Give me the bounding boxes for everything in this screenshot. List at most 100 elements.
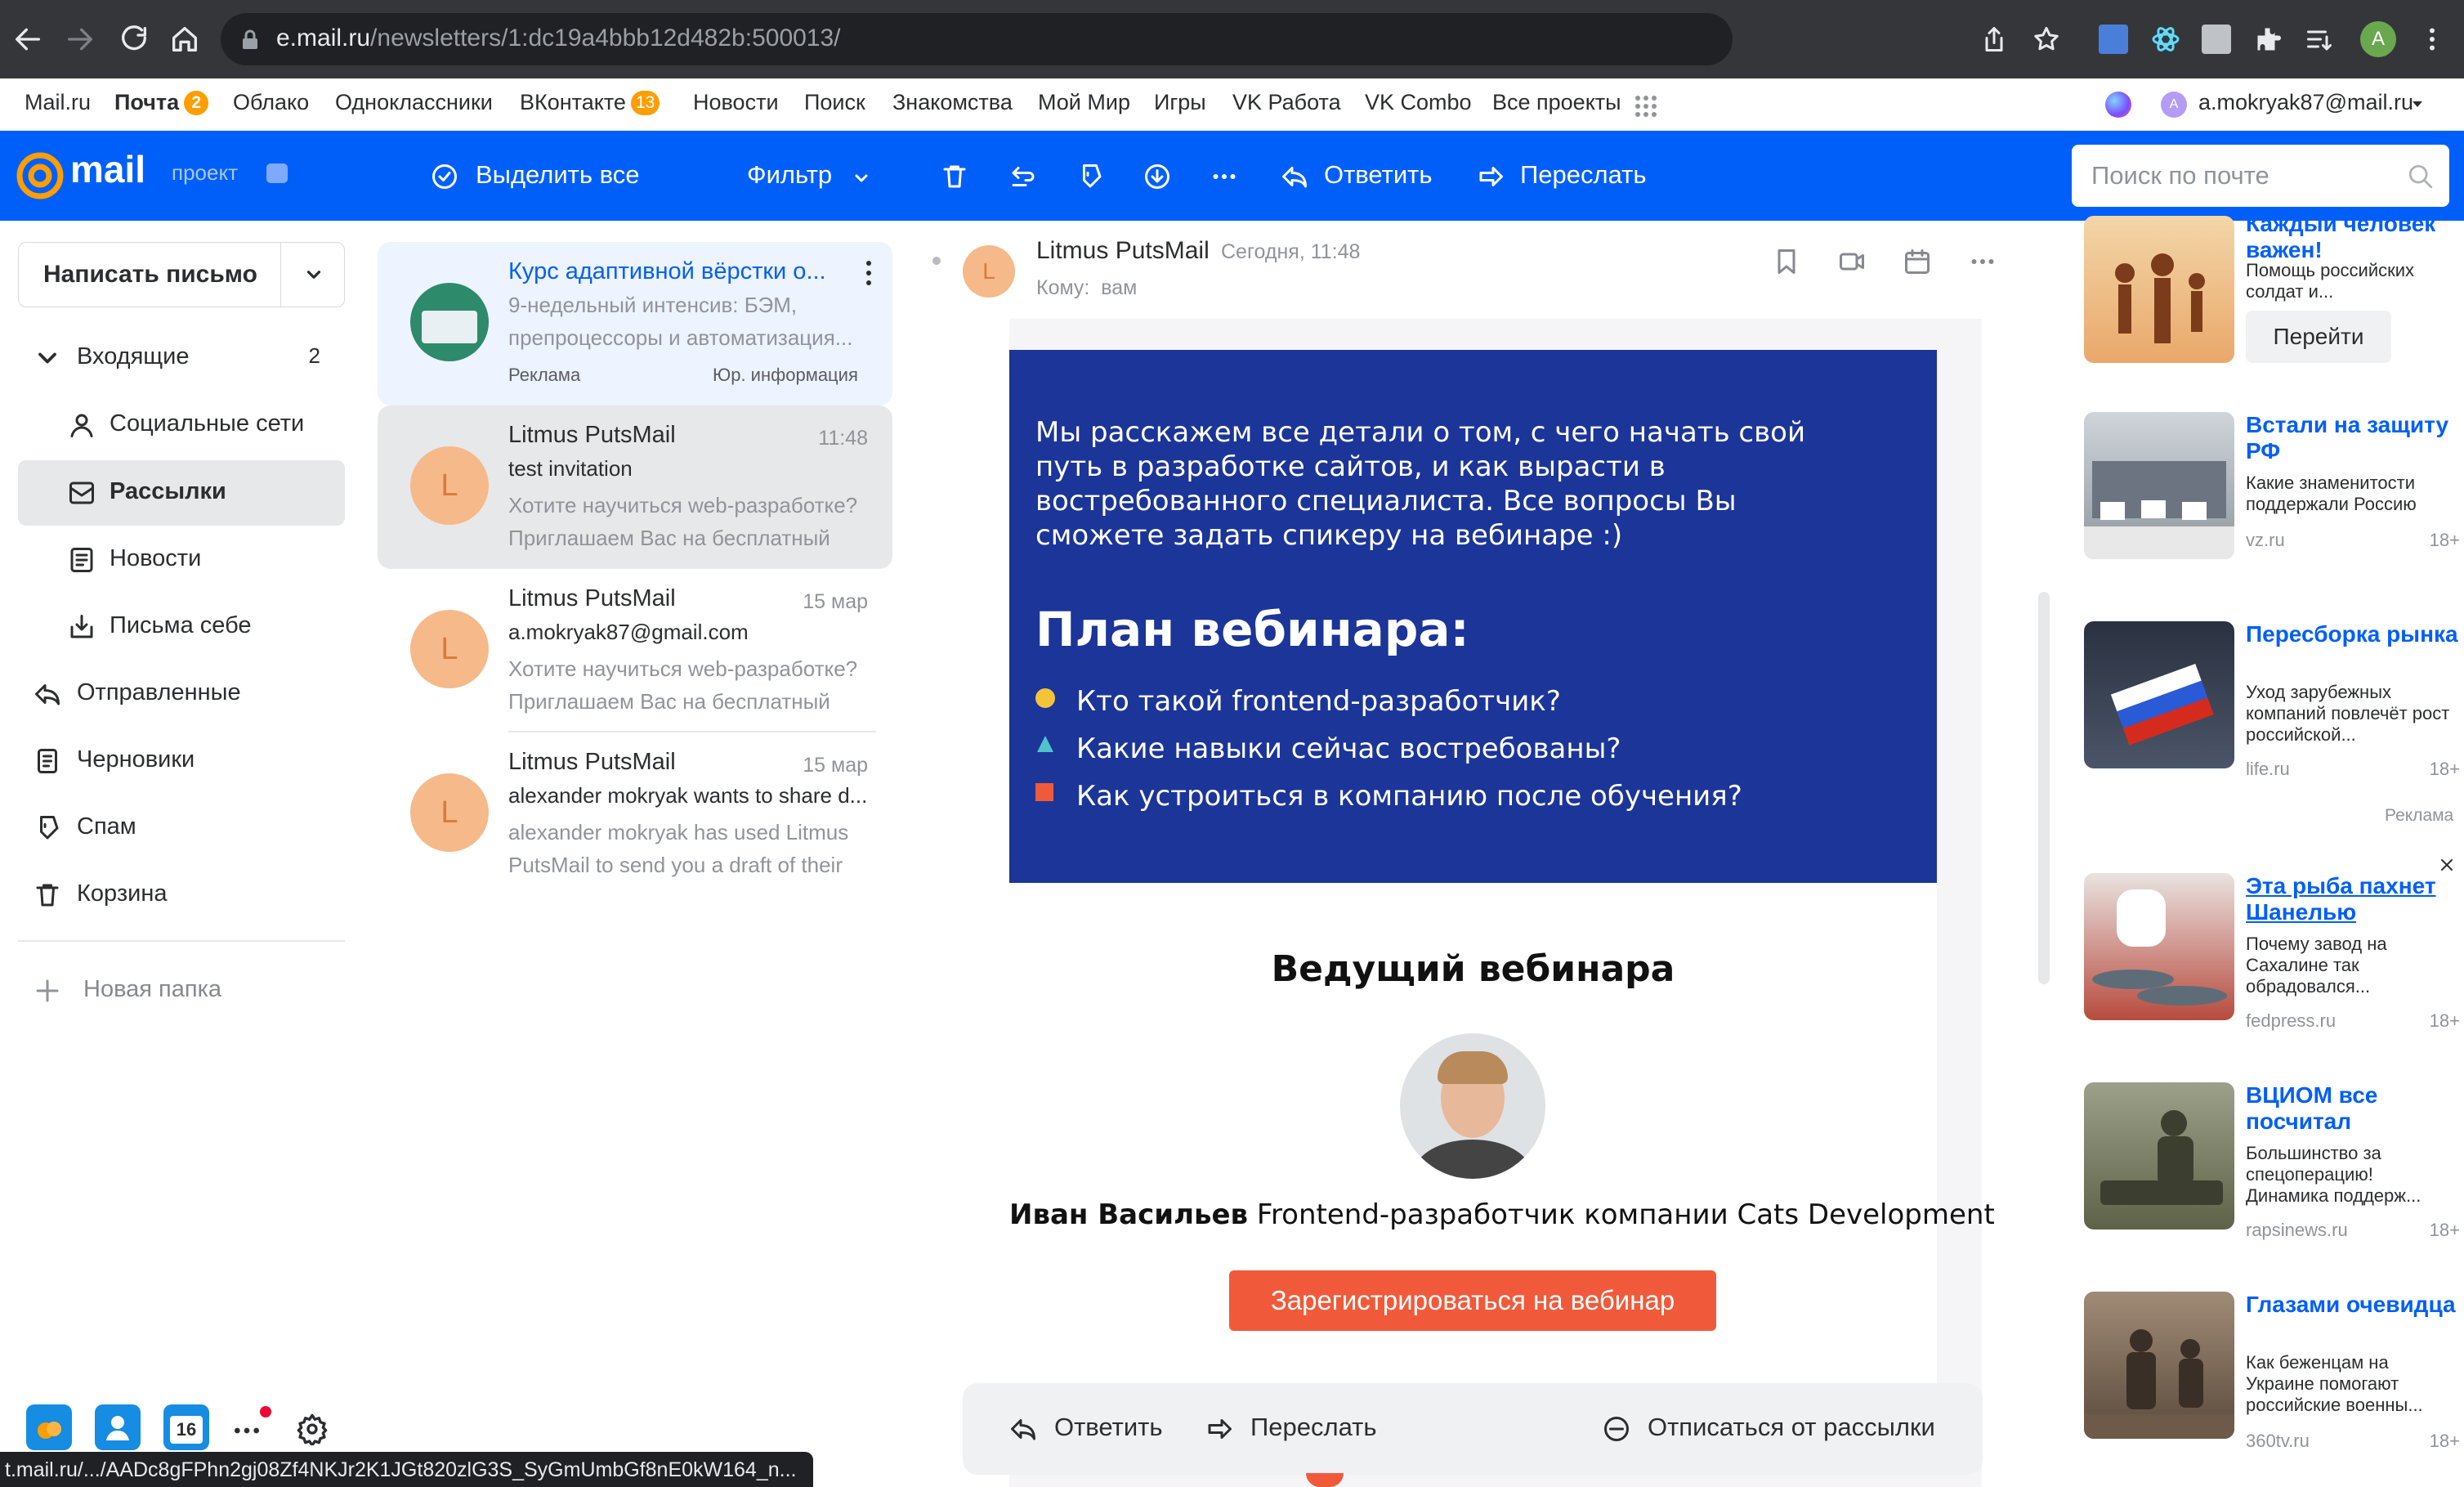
search-input[interactable]: Поиск по почте: [2091, 161, 2269, 190]
bookmark-star-icon[interactable]: [2032, 25, 2061, 54]
sidebar-item-trash[interactable]: Корзина: [18, 862, 345, 928]
forward-mail-icon[interactable]: [1205, 1414, 1234, 1444]
browser-menu-icon[interactable]: [2417, 23, 2447, 56]
reply-button[interactable]: Ответить: [1054, 1413, 1163, 1442]
reload-icon[interactable]: [118, 23, 150, 56]
sidebar-item-news[interactable]: Новости: [18, 527, 345, 593]
sender-avatar: L: [963, 245, 1015, 298]
extension-icon[interactable]: [2202, 25, 2231, 54]
sidebar-item-newsletters[interactable]: Рассылки: [18, 460, 345, 526]
move-to-folder-icon[interactable]: [1008, 162, 1038, 191]
chevron-down-icon[interactable]: [33, 343, 62, 373]
video-call-icon[interactable]: [1837, 247, 1867, 276]
sidebar-item-drafts[interactable]: Черновики: [18, 728, 345, 794]
ad-legal-link[interactable]: Юр. информация: [713, 365, 858, 386]
portal-link-mailru[interactable]: Mail.ru: [25, 90, 91, 115]
forward-mail-icon[interactable]: [1476, 162, 1505, 191]
search-icon[interactable]: [2407, 163, 2435, 190]
forward-button[interactable]: Переслать: [1250, 1413, 1377, 1442]
account-avatar[interactable]: A: [2161, 92, 2187, 118]
list-item-message[interactable]: L Litmus PutsMail 15 мар alexander mokry…: [378, 732, 892, 896]
address-bar[interactable]: e.mail.ru/newsletters/1:dc19a4bbb12d482b…: [221, 13, 1733, 65]
register-button[interactable]: Зарегистрироваться на вебинар: [1229, 1270, 1716, 1331]
profile-avatar[interactable]: A: [2360, 21, 2396, 57]
portal-link-vk-combo[interactable]: VK Combo: [1365, 90, 1472, 115]
list-item-message[interactable]: L Litmus PutsMail 11:48 test invitation …: [378, 405, 892, 569]
filter-button[interactable]: Фильтр: [747, 160, 832, 190]
reply-icon[interactable]: [1280, 162, 1309, 191]
react-extension-icon[interactable]: [2151, 25, 2180, 54]
delete-icon[interactable]: [940, 162, 969, 191]
portal-link-search[interactable]: Поиск: [804, 90, 865, 115]
ad-thumbnail: [410, 283, 489, 361]
portal-link-news[interactable]: Новости: [693, 90, 779, 115]
letter-sender[interactable]: Litmus PutsMail: [1036, 237, 1210, 265]
portal-link-myworld[interactable]: Мой Мир: [1038, 90, 1130, 115]
unsubscribe-button[interactable]: Отписаться от рассылки: [1648, 1413, 1935, 1442]
settings-gear-icon[interactable]: [296, 1413, 329, 1445]
archive-icon[interactable]: [1143, 162, 1172, 191]
portal-link-vk[interactable]: ВКонтакте 13: [520, 90, 660, 115]
lock-icon[interactable]: [240, 29, 260, 51]
sidebar-item-self[interactable]: Письма себе: [18, 594, 345, 660]
scrollbar[interactable]: [2038, 592, 2050, 984]
compose-button[interactable]: Написать письмо: [18, 242, 345, 307]
select-all-icon[interactable]: [430, 162, 459, 191]
reply-button[interactable]: Ответить: [1324, 160, 1433, 190]
apps-grid-icon[interactable]: [1634, 95, 1657, 118]
list-item-ad[interactable]: Курс адаптивной вёрстки о... 9-недельный…: [378, 242, 892, 405]
close-icon[interactable]: [2439, 857, 2455, 873]
forward-icon[interactable]: [64, 23, 96, 56]
more-apps-icon[interactable]: [230, 1414, 263, 1447]
more-actions-icon[interactable]: [1210, 162, 1239, 191]
reply-icon[interactable]: [1008, 1414, 1038, 1444]
letter-more-icon[interactable]: [1968, 247, 1997, 276]
sidebar-item-social[interactable]: Социальные сети: [18, 392, 345, 458]
letter-recipient[interactable]: Кому: вам: [1036, 276, 1137, 300]
ad-card[interactable]: Эта рыба пахнет Шанелью Почему завод на …: [2084, 873, 2460, 1037]
portal-link-pochta[interactable]: Почта 2: [114, 90, 209, 115]
ad-card[interactable]: ВЦИОМ все посчитал Большинство за спецоп…: [2084, 1082, 2460, 1246]
ad-go-button[interactable]: Перейти: [2246, 311, 2391, 363]
unread-dot[interactable]: [932, 257, 941, 265]
ad-card[interactable]: Каждый человек важен! Помощь российских …: [2084, 211, 2460, 396]
share-icon[interactable]: [1979, 25, 2009, 54]
portal-link-cloud[interactable]: Облако: [233, 90, 309, 115]
portal-link-ok[interactable]: Одноклассники: [335, 90, 493, 115]
cloud-app-icon[interactable]: [26, 1404, 72, 1450]
translate-extension-icon[interactable]: [2099, 25, 2128, 54]
portal-link-dating[interactable]: Знакомства: [892, 90, 1013, 115]
sidebar-item-spam[interactable]: Спам: [18, 795, 345, 861]
select-all-button[interactable]: Выделить все: [476, 160, 640, 190]
forward-button[interactable]: Переслать: [1520, 160, 1647, 190]
sidebar-item-inbox[interactable]: Входящие 2: [18, 325, 345, 391]
bookmark-icon[interactable]: [1772, 247, 1801, 276]
unsubscribe-icon[interactable]: [1602, 1414, 1631, 1444]
reading-list-icon[interactable]: [2305, 25, 2334, 54]
account-chevron-icon[interactable]: [2411, 100, 2424, 110]
list-item-message[interactable]: L Litmus PutsMail 15 мар a.mokryak87@gma…: [378, 569, 892, 732]
spam-icon[interactable]: [1075, 162, 1105, 191]
portal-link-vk-work[interactable]: VK Работа: [1232, 90, 1341, 115]
ad-menu-icon[interactable]: [863, 258, 874, 288]
account-email[interactable]: a.mokryak87@mail.ru: [2198, 90, 2413, 115]
calendar-icon[interactable]: [1903, 247, 1932, 276]
compose-menu-chevron-icon[interactable]: [303, 264, 324, 285]
new-folder-button[interactable]: Новая папка: [18, 958, 345, 1023]
mail-search[interactable]: Поиск по почте: [2072, 145, 2449, 207]
calendar-app-icon[interactable]: 16: [163, 1404, 209, 1450]
portal-link-all-projects[interactable]: Все проекты: [1492, 90, 1621, 115]
sidebar-item-sent[interactable]: Отправленные: [18, 661, 345, 727]
portal-link-games[interactable]: Игры: [1154, 90, 1206, 115]
marusia-icon[interactable]: [2105, 92, 2131, 118]
home-icon[interactable]: [168, 23, 201, 56]
mail-logo[interactable]: [16, 152, 64, 199]
filter-chevron-icon[interactable]: [852, 168, 871, 188]
ad-card[interactable]: Глазами очевидца Как беженцам на Украине…: [2084, 1292, 2460, 1455]
url-text[interactable]: e.mail.ru/newsletters/1:dc19a4bbb12d482b…: [276, 25, 841, 52]
ad-card[interactable]: Пересборка рынка Уход зарубежных компани…: [2084, 621, 2460, 785]
back-icon[interactable]: [11, 23, 44, 56]
ad-card[interactable]: Встали на защиту РФ Какие знаменитости п…: [2084, 412, 2460, 576]
extensions-puzzle-icon[interactable]: [2254, 25, 2283, 54]
contacts-app-icon[interactable]: [95, 1404, 141, 1450]
